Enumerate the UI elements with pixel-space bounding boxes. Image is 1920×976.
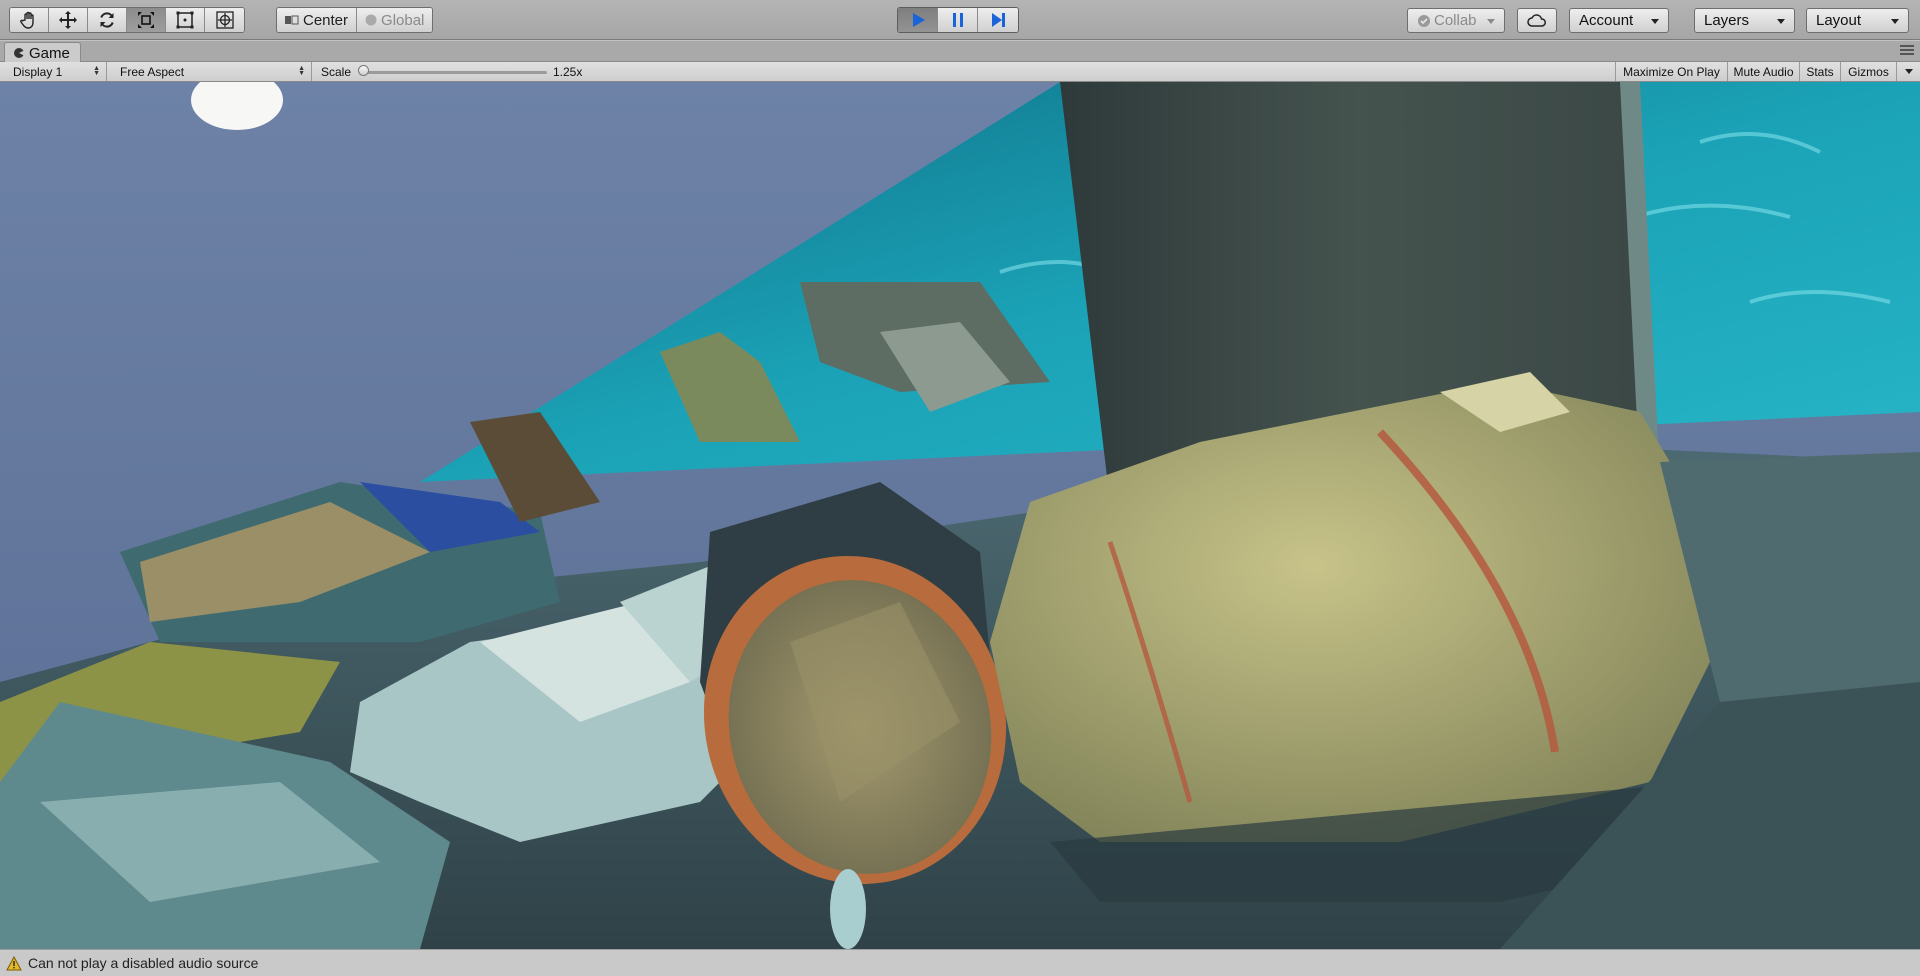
- scale-slider-track[interactable]: [365, 71, 547, 74]
- main-toolbar: Center Global Collab Account Layers Layo…: [0, 0, 1920, 40]
- status-message: Can not play a disabled audio source: [28, 955, 259, 971]
- pivot-mode-button[interactable]: Center: [277, 8, 358, 32]
- game-view-toolbar: Display 1 ▲ ▼ Free Aspect ▲ ▼ Scale 1.25x …: [0, 62, 1920, 82]
- rect-icon: [176, 11, 194, 29]
- rotate-tool-button[interactable]: [88, 8, 127, 32]
- status-bar[interactable]: Can not play a disabled audio source: [0, 949, 1920, 976]
- rotate-icon: [100, 12, 114, 28]
- chevron-down-icon: [1777, 19, 1785, 24]
- cloud-icon: [1527, 13, 1546, 27]
- gizmos-toggle[interactable]: Gizmos: [1840, 62, 1896, 81]
- pivot-mode-label: Center: [303, 11, 349, 29]
- aspect-value: Free Aspect: [120, 64, 185, 79]
- gizmos-label: Gizmos: [1848, 64, 1889, 79]
- play-controls: [897, 7, 1019, 33]
- chevron-down-icon: [1487, 19, 1495, 24]
- layers-dropdown[interactable]: Layers: [1694, 8, 1795, 33]
- step-icon: [992, 13, 1005, 27]
- scale-label: Scale: [321, 65, 352, 79]
- hand-tool-button[interactable]: [10, 8, 49, 32]
- pivot-rotation-button[interactable]: Global: [357, 8, 433, 32]
- pivot-toggles: Center Global: [276, 7, 434, 33]
- tab-title: Game: [29, 44, 70, 62]
- display-value: Display 1: [13, 64, 63, 79]
- transform-tool-button[interactable]: [205, 8, 244, 32]
- move-tool-button[interactable]: [49, 8, 88, 32]
- layout-dropdown[interactable]: Layout: [1806, 8, 1909, 33]
- checkmark-icon: [1418, 14, 1430, 27]
- game-view-icon: [14, 48, 24, 58]
- collab-button[interactable]: Collab: [1407, 8, 1505, 33]
- collab-label: Collab: [1434, 12, 1477, 29]
- account-label: Account: [1579, 12, 1634, 29]
- pause-icon: [952, 13, 963, 27]
- hand-icon: [20, 11, 34, 29]
- chevron-down-icon: [1904, 69, 1913, 74]
- cloud-button[interactable]: [1517, 8, 1557, 33]
- layout-label: Layout: [1816, 12, 1862, 29]
- stats-toggle[interactable]: Stats: [1799, 62, 1840, 81]
- maximize-on-play-label: Maximize On Play: [1623, 64, 1720, 79]
- move-icon: [59, 11, 77, 29]
- tab-game[interactable]: Game: [4, 42, 81, 63]
- transform-tools: [9, 7, 245, 33]
- pivot-rotation-label: Global: [381, 11, 425, 29]
- play-button[interactable]: [898, 8, 938, 32]
- tab-menu-icon[interactable]: [1900, 45, 1914, 57]
- scale-value: 1.25x: [553, 65, 583, 79]
- pivot-center-icon: [285, 15, 299, 25]
- mute-audio-label: Mute Audio: [1733, 64, 1794, 79]
- scale-icon: [138, 12, 154, 28]
- updown-arrows-icon: ▲ ▼: [93, 65, 100, 77]
- gizmos-dropdown[interactable]: [1896, 62, 1920, 81]
- step-button[interactable]: [978, 8, 1018, 32]
- display-select[interactable]: Display 1 ▲ ▼: [5, 62, 107, 81]
- scale-slider-handle[interactable]: [358, 65, 369, 76]
- play-icon: [912, 13, 925, 27]
- layers-label: Layers: [1704, 12, 1750, 29]
- stats-label: Stats: [1806, 64, 1834, 79]
- rect-tool-button[interactable]: [166, 8, 205, 32]
- globe-icon: [365, 14, 377, 26]
- window-tab-bar: Game: [0, 41, 1920, 63]
- transform-icon: [215, 11, 234, 29]
- chevron-down-icon: [1651, 19, 1659, 24]
- aspect-select[interactable]: Free Aspect ▲ ▼: [112, 62, 312, 81]
- chevron-down-icon: [1891, 19, 1899, 24]
- mute-audio-toggle[interactable]: Mute Audio: [1727, 62, 1799, 81]
- game-scene: [0, 82, 1920, 949]
- account-dropdown[interactable]: Account: [1569, 8, 1669, 33]
- game-viewport[interactable]: [0, 82, 1920, 949]
- pause-button[interactable]: [938, 8, 978, 32]
- scale-tool-button[interactable]: [127, 8, 166, 32]
- maximize-on-play-toggle[interactable]: Maximize On Play: [1615, 62, 1727, 81]
- warning-icon: [6, 955, 22, 970]
- updown-arrows-icon: ▲ ▼: [298, 65, 305, 77]
